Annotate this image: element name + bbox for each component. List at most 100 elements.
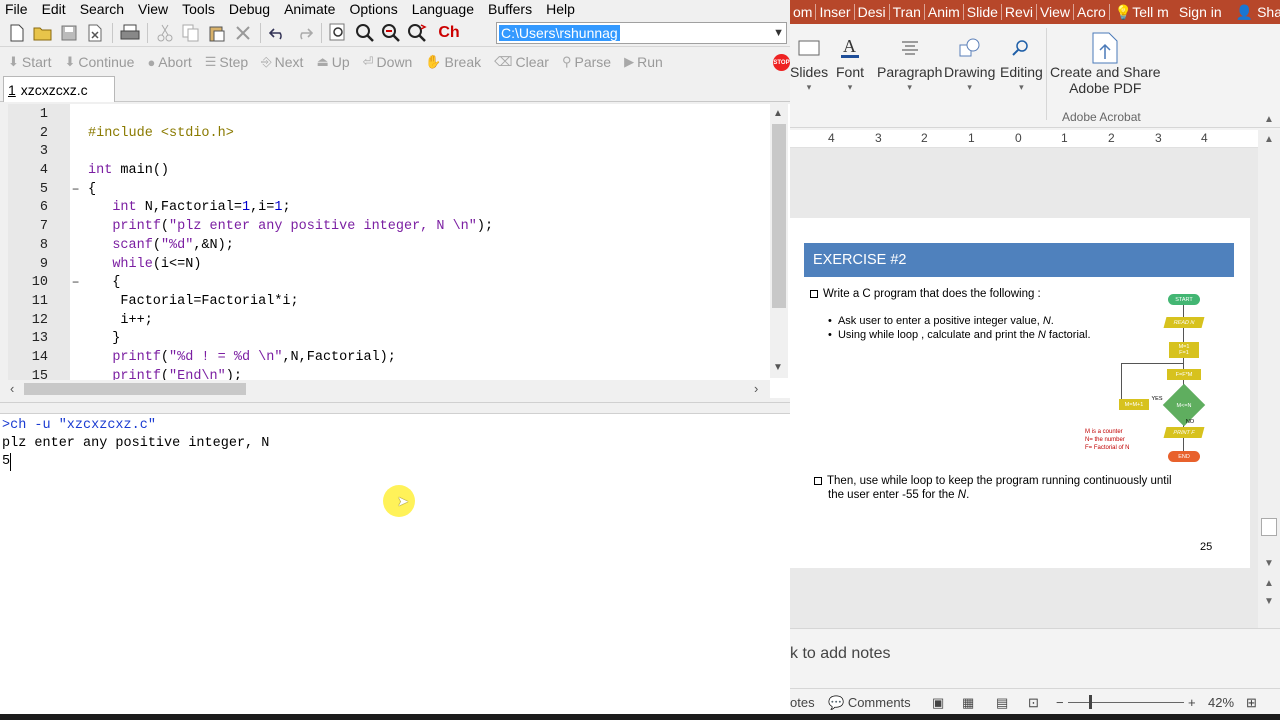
bullet-keep-running[interactable]: Then, use while loop to keep the program…	[814, 475, 1172, 487]
code-line[interactable]: 7 printf("plz enter any positive integer…	[8, 218, 768, 237]
pane-splitter[interactable]	[0, 402, 790, 414]
fit-slide-icon[interactable]: ⊞	[1246, 695, 1257, 711]
save-icon[interactable]	[58, 22, 80, 44]
code-line[interactable]: 1	[8, 106, 768, 125]
redo-icon[interactable]	[293, 22, 315, 44]
share-button[interactable]: 👤Share	[1236, 4, 1280, 21]
tell-me-box[interactable]: 💡 Tell m	[1115, 4, 1169, 21]
editor-horizontal-scrollbar[interactable]: ‹ ›	[8, 380, 770, 398]
delete-icon[interactable]	[232, 22, 254, 44]
cut-icon[interactable]	[154, 22, 176, 44]
next-slide-icon[interactable]: ▼	[1264, 596, 1274, 607]
start-button[interactable]: ⬇ Start	[8, 54, 51, 70]
notes-pane[interactable]: k to add notes	[790, 628, 1280, 686]
menu-animate[interactable]: Animate	[277, 0, 342, 18]
code-editor[interactable]: 1 2 #include <stdio.h> 3 4 int main() 5−{6 int…	[8, 104, 790, 398]
continue-button[interactable]: ⬇ Continue	[64, 54, 134, 70]
sub-bullet-while-loop[interactable]: • Using while loop , calculate and print…	[828, 329, 1091, 341]
notes-button[interactable]: otes	[790, 695, 815, 710]
scroll-thumb[interactable]	[1261, 518, 1277, 536]
file-tab[interactable]: 1 xzcxzcxz.c	[3, 76, 115, 102]
copy-icon[interactable]	[180, 22, 202, 44]
code-line[interactable]: 6 int N,Factorial=1,i=1;	[8, 199, 768, 218]
tab-view[interactable]: View	[1037, 4, 1075, 20]
reading-view-icon[interactable]: ▤	[996, 695, 1008, 711]
drawing-group[interactable]: Drawing ▾	[944, 32, 995, 93]
scroll-up-icon[interactable]: ▲	[773, 108, 783, 119]
stop-icon[interactable]: STOP	[773, 54, 790, 71]
zoom-slider-track[interactable]	[1068, 702, 1184, 703]
sub-bullet-ask-user[interactable]: • Ask user to enter a positive integer v…	[828, 315, 1054, 327]
tab-review[interactable]: Revi	[1002, 4, 1037, 20]
scroll-left-icon[interactable]: ‹	[10, 381, 14, 396]
paragraph-group[interactable]: Paragraph ▾	[877, 32, 942, 93]
menu-help[interactable]: Help	[539, 0, 582, 18]
scroll-down-icon[interactable]: ▼	[773, 362, 783, 373]
paste-icon[interactable]	[206, 22, 228, 44]
find-in-files-icon[interactable]	[328, 22, 350, 44]
tab-design[interactable]: Desi	[855, 4, 890, 20]
tab-acrobat[interactable]: Acro	[1074, 4, 1110, 20]
down-button[interactable]: ⏎ Down	[363, 54, 413, 70]
tab-slideshow[interactable]: Slide	[964, 4, 1002, 20]
font-group[interactable]: A Font ▾	[836, 32, 864, 93]
code-line[interactable]: 5 −{	[8, 181, 768, 200]
tab-insert[interactable]: Inser	[816, 4, 855, 20]
code-line[interactable]: 4 int main()	[8, 162, 768, 181]
slide-title[interactable]: EXERCISE #2	[804, 243, 1234, 277]
step-button[interactable]: ☰ Step	[205, 54, 248, 70]
zoom-level[interactable]: 42%	[1208, 695, 1234, 710]
code-line[interactable]: 8 scanf("%d",&N);	[8, 237, 768, 256]
clear-button[interactable]: ⌫ Clear	[494, 54, 549, 70]
menu-options[interactable]: Options	[342, 0, 404, 18]
menu-view[interactable]: View	[131, 0, 175, 18]
find-next-icon[interactable]	[380, 22, 402, 44]
parse-button[interactable]: ⚲ Parse	[562, 54, 611, 70]
menu-language[interactable]: Language	[405, 0, 481, 18]
comments-button[interactable]: 💬 Comments	[828, 695, 911, 711]
replace-icon[interactable]	[406, 22, 428, 44]
close-file-icon[interactable]	[84, 22, 106, 44]
working-directory-text[interactable]: C:\Users\rshunnag	[499, 25, 620, 41]
find-icon[interactable]	[354, 22, 376, 44]
previous-slide-icon[interactable]: ▲	[1264, 578, 1274, 589]
output-console[interactable]: >ch -u "xzcxzcxz.c" plz enter any positi…	[0, 414, 790, 714]
menu-file[interactable]: File	[0, 0, 35, 18]
code-line[interactable]: 11 Factorial=Factorial*i;	[8, 293, 768, 312]
editing-group[interactable]: Editing ▾	[1000, 32, 1043, 93]
slide-sorter-icon[interactable]: ▦	[962, 695, 974, 711]
zoom-slider-thumb[interactable]	[1089, 695, 1092, 709]
menu-search[interactable]: Search	[73, 0, 131, 18]
abort-button[interactable]: ● Abort	[147, 54, 191, 70]
menu-buffers[interactable]: Buffers	[481, 0, 539, 18]
next-button[interactable]: ⎆ Next	[261, 54, 303, 70]
scroll-thumb[interactable]	[24, 383, 246, 395]
slide-vertical-scrollbar[interactable]: ▲ ▲ ▼ ▲ ▼	[1258, 114, 1280, 660]
tab-transitions[interactable]: Tran	[890, 4, 925, 20]
new-file-icon[interactable]	[6, 22, 28, 44]
code-line[interactable]: 3	[8, 143, 768, 162]
menu-tools[interactable]: Tools	[175, 0, 222, 18]
undo-icon[interactable]	[267, 22, 289, 44]
scroll-down-icon[interactable]: ▼	[1264, 558, 1274, 569]
break-button[interactable]: ✋ Break	[425, 54, 481, 70]
fold-marker-icon[interactable]: −	[72, 274, 79, 293]
code-line[interactable]: 13 }	[8, 330, 768, 349]
create-share-pdf-button[interactable]: Create and Share Adobe PDF	[1050, 32, 1161, 96]
menu-debug[interactable]: Debug	[222, 0, 277, 18]
editor-vertical-scrollbar[interactable]: ▲ ▼	[770, 104, 788, 378]
tab-home[interactable]: om	[790, 4, 817, 20]
output-input-line[interactable]: 5	[2, 453, 12, 471]
code-line[interactable]: 12 i++;	[8, 312, 768, 331]
run-button[interactable]: ▶ Run	[624, 54, 663, 70]
print-icon[interactable]	[119, 22, 141, 44]
up-button[interactable]: ⏏ Up	[316, 54, 349, 70]
ch-language-icon[interactable]: Ch	[438, 22, 460, 44]
code-line[interactable]: 9 while(i<=N)	[8, 256, 768, 275]
code-line[interactable]: 2 #include <stdio.h>	[8, 125, 768, 144]
slides-group[interactable]: Slides ▾	[790, 32, 828, 93]
slide[interactable]: EXERCISE #2 Write a C program that does …	[790, 218, 1250, 568]
slideshow-icon[interactable]: ⊡	[1028, 695, 1039, 711]
scroll-thumb[interactable]	[772, 124, 786, 308]
sign-in-link[interactable]: Sign in	[1179, 4, 1222, 20]
